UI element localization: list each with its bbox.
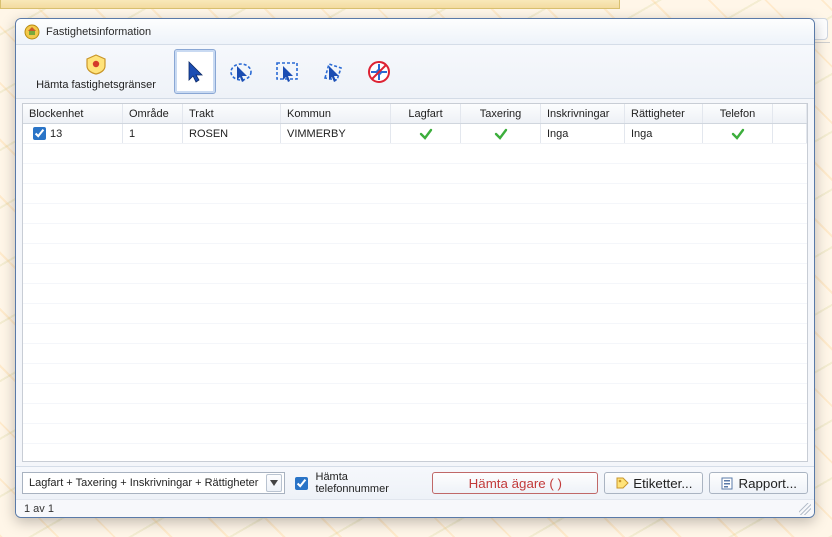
disabled-location-tool-button[interactable] [358, 49, 400, 94]
cell-lagfart [391, 124, 461, 143]
col-lagfart[interactable]: Lagfart [391, 104, 461, 123]
cursor-rect-tool-button[interactable] [266, 49, 308, 94]
row-checkbox[interactable] [33, 127, 46, 140]
cell-inskrivningar: Inga [541, 124, 625, 143]
fetch-phone-label: Hämta telefonnummer [316, 471, 421, 495]
cell-blockenhet: 13 [50, 128, 62, 140]
cell-telefon [703, 124, 773, 143]
app-icon [24, 24, 40, 40]
cursor-polygon-tool-button[interactable] [312, 49, 354, 94]
cell-kommun: VIMMERBY [281, 124, 391, 143]
combo-selected-text: Lagfart + Taxering + Inskrivningar + Rät… [29, 477, 262, 489]
window-title: Fastighetsinformation [46, 26, 151, 38]
toolbar: Hämta fastighetsgränser [16, 45, 814, 99]
col-taxering[interactable]: Taxering [461, 104, 541, 123]
fetch-boundaries-label: Hämta fastighetsgränser [36, 79, 156, 91]
cell-rattigheter: Inga [625, 124, 703, 143]
cell-trakt: ROSEN [183, 124, 281, 143]
checkmark-icon [731, 127, 745, 141]
report-icon [720, 476, 734, 490]
grid-body[interactable]: 13 1 ROSEN VIMMERBY Inga Inga [23, 124, 807, 461]
property-info-window: Fastighetsinformation Hämta fastighetsgr… [15, 18, 815, 518]
report-button-label: Rapport... [738, 476, 797, 491]
fetch-boundaries-button[interactable]: Hämta fastighetsgränser [22, 49, 170, 94]
labels-button-label: Etiketter... [633, 476, 692, 491]
status-count: 1 av 1 [24, 503, 54, 515]
fetch-owners-label: Hämta ägare ( ) [469, 476, 562, 491]
col-spacer [773, 104, 807, 123]
fetch-phone-checkbox[interactable]: Hämta telefonnummer [291, 471, 421, 495]
cell-omrade: 1 [123, 124, 183, 143]
col-blockenhet[interactable]: Blockenhet [23, 104, 123, 123]
status-bar: 1 av 1 [16, 499, 814, 517]
fetch-owners-button[interactable]: Hämta ägare ( ) [432, 472, 598, 494]
col-trakt[interactable]: Trakt [183, 104, 281, 123]
col-telefon[interactable]: Telefon [703, 104, 773, 123]
fetch-phone-checkbox-input[interactable] [295, 477, 308, 490]
col-inskrivningar[interactable]: Inskrivningar [541, 104, 625, 123]
labels-button[interactable]: Etiketter... [604, 472, 703, 494]
titlebar[interactable]: Fastighetsinformation [16, 19, 814, 45]
chevron-down-icon[interactable] [266, 474, 282, 492]
resize-grip-icon[interactable] [799, 503, 811, 515]
col-kommun[interactable]: Kommun [281, 104, 391, 123]
checkmark-icon [494, 127, 508, 141]
cell-taxering [461, 124, 541, 143]
col-rattigheter[interactable]: Rättigheter [625, 104, 703, 123]
cursor-ellipse-tool-button[interactable] [220, 49, 262, 94]
grid-header[interactable]: Blockenhet Område Trakt Kommun Lagfart T… [23, 104, 807, 124]
report-button[interactable]: Rapport... [709, 472, 808, 494]
checkmark-icon [419, 127, 433, 141]
table-row[interactable]: 13 1 ROSEN VIMMERBY Inga Inga [23, 124, 807, 144]
cursor-tool-button[interactable] [174, 49, 216, 94]
tag-icon [615, 476, 629, 490]
col-omrade[interactable]: Område [123, 104, 183, 123]
bottom-bar: Lagfart + Taxering + Inskrivningar + Rät… [16, 466, 814, 499]
fetch-scope-combo[interactable]: Lagfart + Taxering + Inskrivningar + Rät… [22, 472, 285, 494]
property-grid: Blockenhet Område Trakt Kommun Lagfart T… [22, 103, 808, 462]
